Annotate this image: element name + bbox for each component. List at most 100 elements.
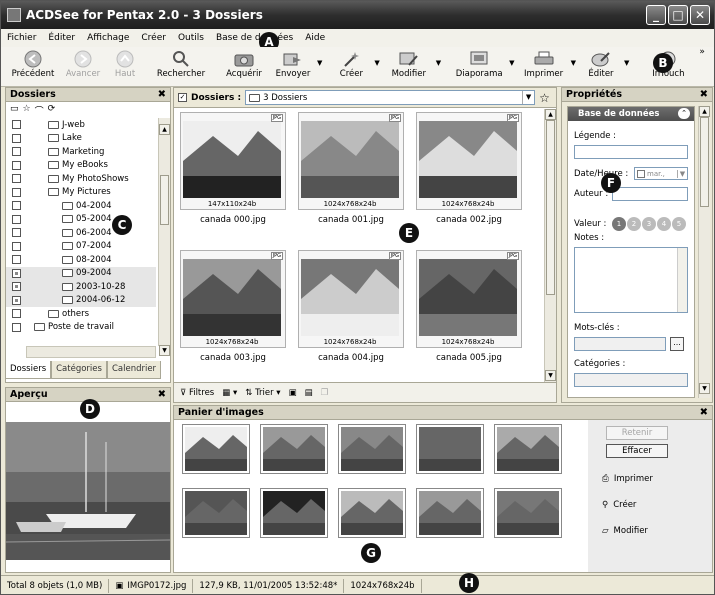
folder-tree-item[interactable]: others: [6, 307, 156, 321]
basket-thumbnail[interactable]: [182, 488, 250, 538]
close-button[interactable]: ✕: [690, 5, 710, 25]
legende-field[interactable]: [574, 145, 688, 159]
thumbnail-item[interactable]: JPG 1024x768x24b canada 003.jpg: [180, 250, 286, 368]
folder-tree-item[interactable]: 05-2004: [6, 213, 156, 227]
folder-checkbox[interactable]: [12, 255, 21, 264]
menu-creer[interactable]: Créer: [141, 33, 166, 43]
scroll-down-icon[interactable]: ▼: [159, 345, 170, 356]
folder-checkbox[interactable]: [12, 228, 21, 237]
folder-checkbox[interactable]: [12, 160, 21, 170]
diaporama-dropdown-icon[interactable]: ▼: [509, 59, 514, 67]
folder-tree-item[interactable]: J-web: [6, 118, 156, 132]
rating-star[interactable]: 5: [672, 217, 686, 231]
acquerir-button[interactable]: Acquérir: [217, 47, 271, 85]
folder-tree-item[interactable]: Poste de travail: [6, 321, 156, 335]
basket-thumbnail[interactable]: [416, 488, 484, 538]
dossiers-checkbox[interactable]: ✓: [178, 93, 187, 102]
auteur-field[interactable]: [612, 187, 688, 201]
folder-checkbox[interactable]: [12, 187, 21, 197]
favorite-tool-icon[interactable]: ☆: [23, 104, 31, 116]
folder-tree-item[interactable]: My eBooks: [6, 159, 156, 173]
effacer-button[interactable]: Effacer: [606, 444, 668, 458]
avancer-button[interactable]: Avancer: [59, 47, 107, 85]
menu-aide[interactable]: Aide: [305, 33, 325, 43]
browser-scrollbar[interactable]: ▲ ▼: [544, 109, 556, 383]
basket-modifier-action[interactable]: ▱ Modifier: [602, 526, 648, 536]
basket-thumbnail[interactable]: [338, 424, 406, 474]
sort-button[interactable]: ⇅ Trier ▾: [245, 388, 280, 398]
date-checkbox[interactable]: [637, 169, 645, 178]
folder-tree-item[interactable]: 04-2004: [6, 199, 156, 213]
folder-checkbox[interactable]: [12, 201, 21, 210]
refresh-tool-icon[interactable]: ⟳: [48, 104, 56, 116]
close-properties-icon[interactable]: ✖: [700, 88, 708, 102]
folder-checkbox[interactable]: [12, 295, 21, 305]
thumbnail-item[interactable]: JPG 1024x768x24b canada 002.jpg: [416, 112, 522, 230]
favorite-star-icon[interactable]: ☆: [539, 91, 550, 105]
collapse-icon[interactable]: ⌃: [678, 108, 690, 119]
motscles-field[interactable]: [574, 337, 666, 351]
close-basket-icon[interactable]: ✖: [700, 406, 708, 420]
folder-tree-item[interactable]: Lake: [6, 132, 156, 146]
scroll-up-icon[interactable]: ▲: [159, 124, 170, 135]
view-mode-button[interactable]: ▦ ▾: [222, 388, 237, 398]
folder-tree-item[interactable]: 2003-10-28: [6, 280, 156, 294]
tab-categories[interactable]: Catégories: [51, 361, 107, 379]
folder-checkbox[interactable]: [12, 147, 21, 156]
basket-imprimer-action[interactable]: ⎙ Imprimer: [602, 474, 653, 484]
folder-tree-item[interactable]: 2004-06-12: [6, 293, 156, 307]
folder-tree-item[interactable]: 08-2004: [6, 253, 156, 267]
folder-checkbox[interactable]: [12, 309, 21, 318]
basket-thumbnail[interactable]: [260, 424, 328, 474]
link-tool-icon[interactable]: ⌒: [35, 104, 44, 117]
folder-tree-hscrollbar[interactable]: [26, 346, 156, 358]
modifier-dropdown-icon[interactable]: ▼: [436, 59, 441, 67]
folder-checkbox[interactable]: [12, 241, 21, 251]
properties-scrollbar[interactable]: ▲ ▼: [698, 106, 710, 398]
menu-outils[interactable]: Outils: [178, 33, 204, 43]
date-dropdown-icon[interactable]: ▼: [677, 169, 687, 178]
thumbnail-item[interactable]: JPG 1024x768x24b canada 004.jpg: [298, 250, 404, 368]
notes-scrollbar[interactable]: [677, 248, 687, 312]
date-field[interactable]: mar., ▼: [634, 167, 688, 180]
precedent-button[interactable]: Précédent: [7, 47, 59, 85]
folder-tree-item[interactable]: Marketing: [6, 145, 156, 159]
browser-scroll-up-icon[interactable]: ▲: [545, 109, 556, 120]
copy-button[interactable]: ❐: [321, 388, 329, 398]
tab-calendrier[interactable]: Calendrier: [106, 361, 162, 379]
basket-thumbnail[interactable]: [416, 424, 484, 474]
browser-scroll-down-icon[interactable]: ▼: [545, 370, 556, 381]
folder-tree-scrollbar[interactable]: ▲ ▼: [158, 118, 170, 356]
chevron-down-icon[interactable]: ▼: [522, 91, 534, 104]
basket-creer-action[interactable]: ⚲ Créer: [602, 500, 636, 510]
props-scroll-down-icon[interactable]: ▼: [699, 383, 710, 394]
folder-tree-item[interactable]: My Pictures: [6, 186, 156, 200]
database-section-header[interactable]: Base de données ⌃: [568, 107, 694, 121]
basket-thumbnail[interactable]: [182, 424, 250, 474]
menu-affichage[interactable]: Affichage: [87, 33, 129, 43]
rating-control[interactable]: 12345: [612, 217, 686, 231]
folder-checkbox[interactable]: [12, 268, 21, 278]
folder-checkbox[interactable]: [12, 174, 21, 183]
browser-scroll-thumb[interactable]: [546, 120, 555, 295]
thumbnail-item[interactable]: JPG 147x110x24b canada 000.jpg: [180, 112, 286, 230]
menu-base-de-donnees[interactable]: Base de données: [216, 33, 293, 43]
diaporama-button[interactable]: Diaporama: [451, 47, 507, 85]
calendar-button[interactable]: ▤: [305, 388, 313, 398]
envoyer-button[interactable]: Envoyer: [271, 47, 315, 85]
notes-field[interactable]: [574, 247, 688, 313]
folder-tree-item[interactable]: 06-2004: [6, 226, 156, 240]
basket-thumbnail[interactable]: [260, 488, 328, 538]
close-preview-icon[interactable]: ✖: [158, 388, 166, 402]
path-combobox[interactable]: 3 Dossiers ▼: [245, 90, 536, 105]
imprimer-button[interactable]: Imprimer: [519, 47, 569, 85]
props-scroll-up-icon[interactable]: ▲: [699, 106, 710, 117]
rechercher-button[interactable]: Rechercher: [151, 47, 211, 85]
folder-checkbox[interactable]: [12, 120, 21, 129]
creer-button[interactable]: Créer: [330, 47, 372, 85]
creer-dropdown-icon[interactable]: ▼: [374, 59, 379, 67]
envoyer-dropdown-icon[interactable]: ▼: [317, 59, 322, 67]
filter-button[interactable]: ⊽ Filtres: [180, 388, 214, 398]
thumbnail-item[interactable]: JPG 1024x768x24b canada 001.jpg: [298, 112, 404, 230]
folder-checkbox[interactable]: [12, 214, 21, 224]
